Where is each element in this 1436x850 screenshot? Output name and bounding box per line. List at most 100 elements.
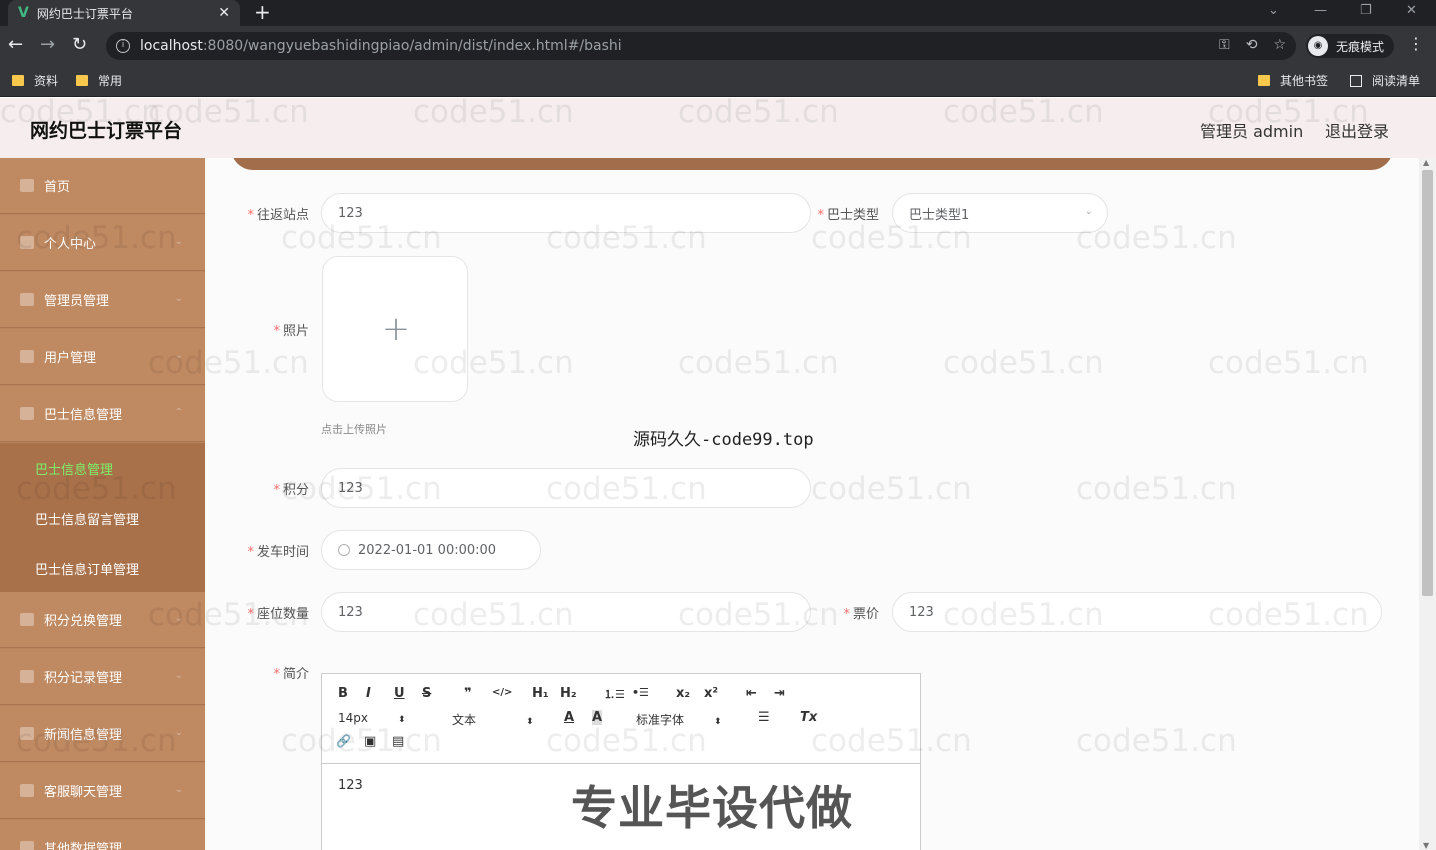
reading-list[interactable]: 阅读清单 [1350,72,1420,89]
editor-content[interactable]: 123 [338,778,363,793]
photo-upload[interactable]: + [322,256,468,402]
sidebar-subitem-bus-messages[interactable]: 巴士信息留言管理 [0,493,205,543]
promo-watermark: 专业毕设代做 [571,781,853,835]
new-tab-button[interactable]: + [254,0,271,26]
back-icon[interactable]: ← [8,34,23,56]
link-button[interactable]: 🔗 [336,734,351,748]
admin-icon [20,293,34,306]
h1-button[interactable]: H₁ [532,686,549,701]
sidebar-item-admins[interactable]: 管理员管理 ⌄ [0,272,205,328]
window-close-icon[interactable]: ✕ [1406,0,1417,26]
background-color-button[interactable]: A [592,710,603,725]
bold-button[interactable]: B [338,686,348,701]
bookmark-star-icon[interactable]: ☆ [1273,37,1286,53]
select-arrows-icon: ⬍ [526,717,534,727]
blockquote-button[interactable]: ❞ [464,686,472,701]
minimize-icon[interactable]: — [1314,0,1327,26]
translate-icon[interactable]: ⟲ [1246,37,1258,53]
chat-icon [20,784,34,797]
tab-search-icon[interactable]: ⌄ [1268,0,1279,26]
app-title: 网约巴士订票平台 [30,120,183,142]
sidebar: 首页 个人中心 ⌄ 管理员管理 ⌄ 用户管理 ⌄ 巴士信息管理 ⌃ 巴士信息管理… [0,158,205,850]
sidebar-item-points-exchange[interactable]: 积分兑换管理 ⌄ [0,592,205,648]
bus-type-select[interactable]: 巴士类型1 ⌄ [892,193,1108,233]
subscript-button[interactable]: x₂ [676,686,690,701]
tab-close-icon[interactable]: ✕ [218,5,230,21]
font-size-select[interactable]: 14px ⬍ [338,711,406,725]
reload-icon[interactable]: ↻ [72,34,87,56]
sidebar-item-bus-info[interactable]: 巴士信息管理 ⌃ [0,386,205,442]
clock-icon [338,544,350,556]
app-header: 网约巴士订票平台 管理员 admin 退出登录 [0,98,1436,158]
browser-tab[interactable]: V 网约巴士订票平台 ✕ [8,0,240,26]
sidebar-item-points-records[interactable]: 积分记录管理 ⌄ [0,649,205,705]
current-user: 管理员 admin [1200,122,1304,141]
scroll-up-icon[interactable]: ▲ [1423,158,1429,167]
data-icon [20,841,34,850]
folder-icon [12,75,24,86]
bookmark-folder-ziliao[interactable]: 资料 [12,72,58,89]
incognito-badge[interactable]: ◉ 无痕模式 [1306,34,1395,58]
intro-label: * 简介 [273,667,309,682]
font-color-button[interactable]: A [564,710,574,725]
bookmarks-bar: 资料 常用 其他书签 阅读清单 [0,66,1436,97]
align-button[interactable]: ☰ [758,710,770,725]
clear-format-button[interactable]: Tx [800,710,817,725]
sidebar-item-other-data[interactable]: 其他数据管理 [0,820,205,850]
other-bookmarks[interactable]: 其他书签 [1258,72,1328,89]
reading-list-icon [1350,74,1362,87]
user-icon [20,236,34,249]
sidebar-item-news[interactable]: 新闻信息管理 ⌄ [0,706,205,762]
browser-menu-icon[interactable]: ⋮ [1408,34,1424,53]
sidebar-subitem-bus-orders[interactable]: 巴士信息订单管理 [0,543,205,593]
incognito-label: 无痕模式 [1336,39,1385,54]
sidebar-item-customer-chat[interactable]: 客服聊天管理 ⌄ [0,763,205,819]
chevron-up-icon: ⌃ [174,407,183,418]
sidebar-item-profile[interactable]: 个人中心 ⌄ [0,215,205,271]
depart-time-picker[interactable]: 2022-01-01 00:00:00 [321,530,541,570]
video-button[interactable]: ▤ [392,734,404,749]
sidebar-subitem-bus-info[interactable]: 巴士信息管理 [0,443,205,493]
bookmark-folder-changyong[interactable]: 常用 [76,72,122,89]
bullet-list-button[interactable]: •☰ [632,686,649,699]
indent-button[interactable]: ⇥ [774,686,785,701]
price-input[interactable]: 123 [892,592,1382,632]
ordered-list-button[interactable]: ⒈☰ [604,686,625,702]
font-family-select[interactable]: 标准字体 ⬍ [636,711,722,728]
h2-button[interactable]: H₂ [560,686,577,701]
scroll-down-icon[interactable]: ▼ [1423,841,1429,850]
logout-button[interactable]: 退出登录 [1325,118,1389,142]
restore-icon[interactable]: ❐ [1360,0,1372,26]
chevron-down-icon: ⌄ [174,784,183,795]
strike-button[interactable]: S [422,686,431,701]
address-bar: ← → ↻ i localhost :8080/wangyuebashiding… [0,26,1436,66]
image-button[interactable]: ▣ [364,734,376,749]
seats-input[interactable]: 123 [321,592,811,632]
exchange-icon [20,613,34,626]
records-icon [20,670,34,683]
scroll-thumb[interactable] [1422,170,1433,596]
code-block-button[interactable]: </> [492,687,512,698]
chevron-down-icon: ⌄ [174,670,183,681]
underline-button[interactable]: U [394,686,405,701]
page-scrollbar[interactable]: ▲ ▼ [1419,158,1436,850]
url-input[interactable]: i localhost :8080/wangyuebashidingpiao/a… [106,32,1296,60]
select-arrows-icon: ⬍ [714,717,722,727]
chevron-down-icon: ⌄ [174,613,183,624]
points-label: * 积分 [273,483,309,498]
site-info-icon[interactable]: i [116,39,130,53]
forward-icon[interactable]: → [40,34,55,56]
folder-icon [1258,75,1270,86]
chevron-down-icon: ⌄ [174,350,183,361]
text-type-select[interactable]: 文本 ⬍ [452,711,534,728]
points-input[interactable]: 123 [321,468,811,508]
italic-button[interactable]: I [366,686,371,701]
key-icon[interactable]: ⚿ [1219,37,1230,53]
sidebar-item-home[interactable]: 首页 [0,158,205,214]
outdent-button[interactable]: ⇤ [746,686,757,701]
watermark-code99: 源码久久-code99.top [633,430,814,450]
sidebar-item-users[interactable]: 用户管理 ⌄ [0,329,205,385]
url-host: localhost [140,38,203,54]
superscript-button[interactable]: x² [704,686,718,701]
route-input[interactable]: 123 [321,193,811,233]
